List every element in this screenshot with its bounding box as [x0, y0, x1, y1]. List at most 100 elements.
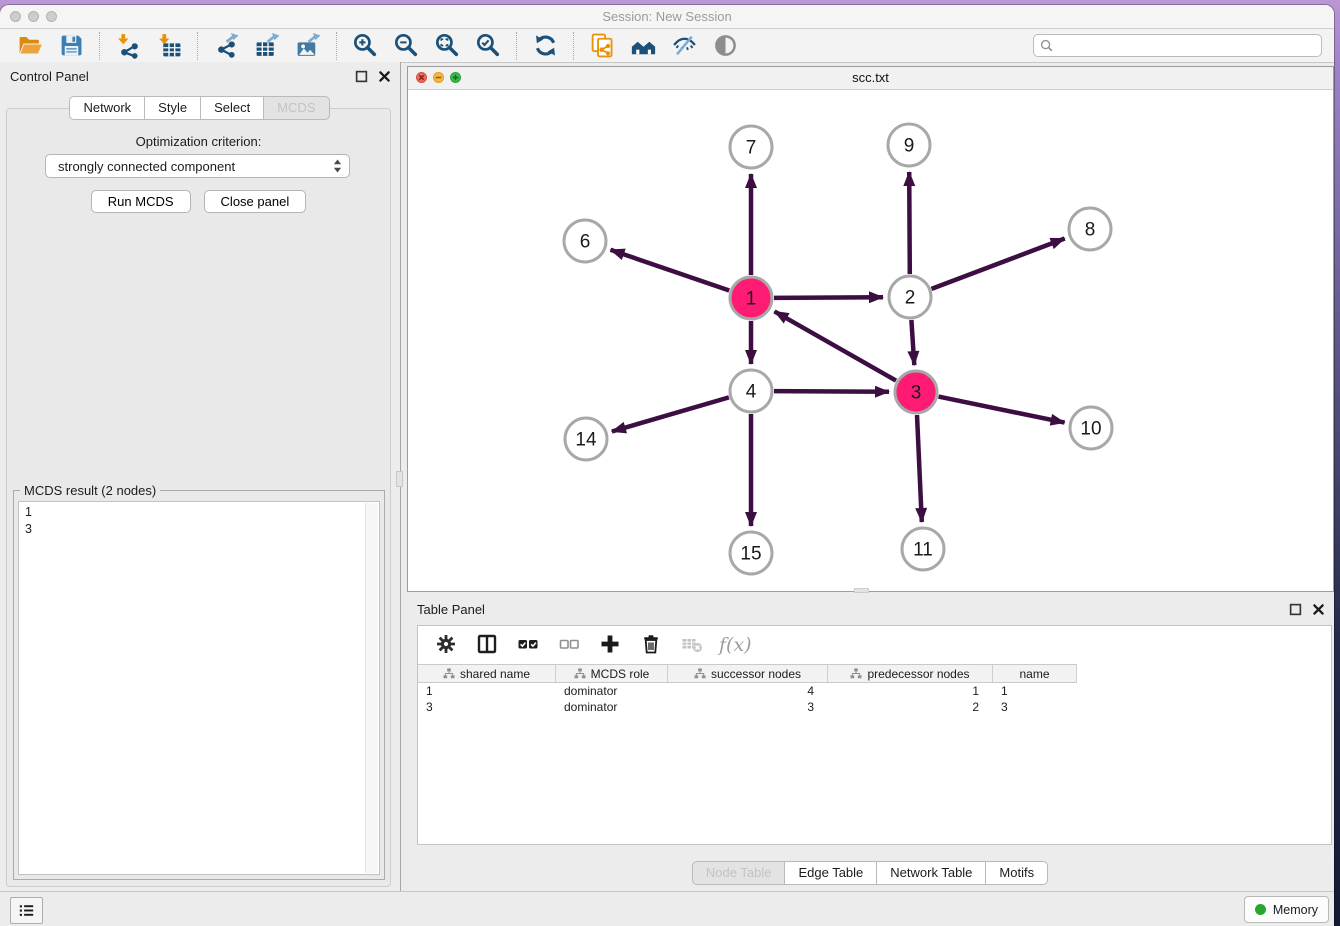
- table-cell[interactable]: 3: [668, 700, 828, 714]
- first-neighbors-icon: [630, 32, 657, 59]
- table-cell[interactable]: 1: [828, 684, 993, 698]
- column-header-mcds-role[interactable]: MCDS role: [556, 664, 668, 683]
- table-row[interactable]: 3dominator323: [418, 699, 1331, 715]
- graph-edge-2-3[interactable]: [911, 320, 914, 365]
- search-input[interactable]: [1033, 34, 1322, 57]
- tab-network-table[interactable]: Network Table: [876, 861, 986, 885]
- graph-edge-2-9[interactable]: [909, 172, 910, 274]
- tab-edge-table[interactable]: Edge Table: [784, 861, 877, 885]
- toolbar-separator: [573, 32, 574, 60]
- tab-mcds[interactable]: MCDS: [263, 96, 329, 120]
- column-header-shared-name[interactable]: shared name: [418, 664, 556, 683]
- graph-node-label: 11: [913, 540, 933, 561]
- tab-node-table[interactable]: Node Table: [692, 861, 786, 885]
- mcds-panel: Optimization criterion: strongly connect…: [6, 108, 391, 887]
- graph-node-3[interactable]: 3: [895, 371, 937, 413]
- first-neighbors-button[interactable]: [623, 31, 663, 61]
- criterion-dropdown[interactable]: strongly connected component: [45, 154, 350, 178]
- table-cell[interactable]: 1: [418, 684, 556, 698]
- result-scrollbar[interactable]: [365, 503, 378, 873]
- column-view-button[interactable]: [468, 630, 506, 660]
- table-cell[interactable]: 3: [993, 700, 1077, 714]
- graph-node-11[interactable]: 11: [902, 528, 944, 570]
- network-minimize-button[interactable]: [433, 72, 444, 83]
- task-history-button[interactable]: [10, 897, 43, 924]
- close-panel-button[interactable]: Close panel: [204, 190, 307, 213]
- dropdown-stepper-icon: [332, 157, 343, 175]
- graph-node-8[interactable]: 8: [1069, 208, 1111, 250]
- open-file-button[interactable]: [10, 31, 50, 61]
- graph-node-label: 8: [1085, 220, 1096, 241]
- criterion-dropdown-value: strongly connected component: [58, 159, 332, 174]
- graph-node-7[interactable]: 7: [730, 126, 772, 168]
- tree-icon: [694, 668, 706, 679]
- close-panel-icon[interactable]: [378, 70, 391, 83]
- show-columns-button[interactable]: [509, 630, 547, 660]
- graph-edge-3-10[interactable]: [939, 397, 1065, 423]
- export-image-button[interactable]: [288, 31, 328, 61]
- network-close-button[interactable]: [416, 72, 427, 83]
- graph-node-label: 3: [911, 383, 922, 404]
- close-table-panel-icon[interactable]: [1312, 603, 1325, 616]
- graph-edge-1-2[interactable]: [774, 297, 883, 298]
- horizontal-splitter-handle[interactable]: [854, 588, 869, 593]
- table-cell[interactable]: dominator: [556, 684, 668, 698]
- gear-button[interactable]: [427, 630, 465, 660]
- zoom-selected-button[interactable]: [468, 31, 508, 61]
- close-window-button[interactable]: [10, 11, 21, 22]
- graph-node-4[interactable]: 4: [730, 370, 772, 412]
- zoom-fit-button[interactable]: [427, 31, 467, 61]
- table-cell[interactable]: 4: [668, 684, 828, 698]
- import-table-button[interactable]: [149, 31, 189, 61]
- column-header-successor-nodes[interactable]: successor nodes: [668, 664, 828, 683]
- graph-edge-1-6[interactable]: [611, 250, 730, 291]
- clone-network-button[interactable]: [582, 31, 622, 61]
- hide-selected-button[interactable]: [664, 31, 704, 61]
- apply-layout-button[interactable]: [525, 31, 565, 61]
- graph-edge-3-11[interactable]: [917, 415, 922, 522]
- network-canvas[interactable]: 7 9 6 8 1 2 4 3 14 10 15 11: [408, 89, 1333, 591]
- graph-edge-4-3[interactable]: [774, 391, 889, 392]
- graph-node-15[interactable]: 15: [730, 532, 772, 574]
- show-all-button[interactable]: [705, 31, 745, 61]
- hide-columns-button[interactable]: [550, 630, 588, 660]
- graph-node-10[interactable]: 10: [1070, 407, 1112, 449]
- maximize-window-button[interactable]: [46, 11, 57, 22]
- minimize-window-button[interactable]: [28, 11, 39, 22]
- add-row-button[interactable]: [591, 630, 629, 660]
- tab-network[interactable]: Network: [69, 96, 145, 120]
- zoom-out-button[interactable]: [386, 31, 426, 61]
- graph-node-14[interactable]: 14: [565, 418, 607, 460]
- table-cell[interactable]: 2: [828, 700, 993, 714]
- tab-style[interactable]: Style: [144, 96, 201, 120]
- graph-node-9[interactable]: 9: [888, 124, 930, 166]
- float-table-panel-icon[interactable]: [1289, 603, 1302, 616]
- network-maximize-button[interactable]: [450, 72, 461, 83]
- graph-node-2[interactable]: 2: [889, 276, 931, 318]
- export-network-button[interactable]: [206, 31, 246, 61]
- export-table-button[interactable]: [247, 31, 287, 61]
- graph-node-1[interactable]: 1: [730, 277, 772, 319]
- import-network-button[interactable]: [108, 31, 148, 61]
- graph-node-6[interactable]: 6: [564, 220, 606, 262]
- zoom-in-button[interactable]: [345, 31, 385, 61]
- vertical-splitter-handle[interactable]: [396, 471, 403, 487]
- mcds-result-textarea[interactable]: 13: [18, 501, 380, 875]
- result-line: 1: [25, 504, 373, 521]
- graph-edge-4-14[interactable]: [612, 397, 729, 431]
- tab-select[interactable]: Select: [200, 96, 264, 120]
- column-header-name[interactable]: name: [993, 664, 1077, 683]
- save-session-button[interactable]: [51, 31, 91, 61]
- table-row[interactable]: 1dominator411: [418, 683, 1331, 699]
- graph-edge-3-1[interactable]: [775, 311, 897, 380]
- tab-motifs[interactable]: Motifs: [985, 861, 1048, 885]
- delete-row-button[interactable]: [632, 630, 670, 660]
- table-cell[interactable]: 3: [418, 700, 556, 714]
- graph-edge-2-8[interactable]: [932, 239, 1065, 289]
- float-panel-icon[interactable]: [355, 70, 368, 83]
- column-header-predecessor-nodes[interactable]: predecessor nodes: [828, 664, 993, 683]
- memory-button[interactable]: Memory: [1244, 896, 1329, 923]
- table-cell[interactable]: dominator: [556, 700, 668, 714]
- table-cell[interactable]: 1: [993, 684, 1077, 698]
- run-mcds-button[interactable]: Run MCDS: [91, 190, 191, 213]
